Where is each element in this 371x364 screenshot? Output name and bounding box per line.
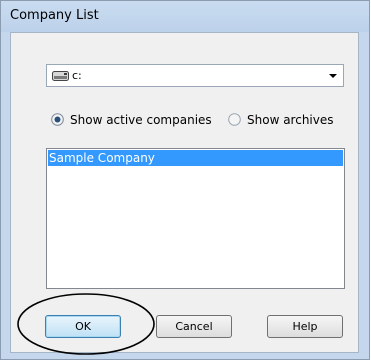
company-list-dialog: Company List c: Show active companies Sh… (0, 0, 370, 360)
radio-show-archives[interactable]: Show archives (228, 113, 353, 129)
radio-show-active-label: Show active companies (70, 113, 212, 127)
cancel-button[interactable]: Cancel (156, 315, 232, 338)
help-button[interactable]: Help (267, 315, 343, 338)
drive-select[interactable]: c: (46, 64, 344, 87)
dialog-body: c: Show active companies Show archives S… (10, 32, 359, 353)
radio-selected-icon[interactable] (51, 113, 64, 126)
drive-select-value: c: (72, 69, 82, 82)
ok-button[interactable]: OK (45, 315, 121, 338)
company-listbox[interactable]: Sample Company (46, 148, 345, 289)
list-item[interactable]: Sample Company (48, 150, 343, 166)
chevron-down-icon[interactable] (323, 65, 343, 86)
radio-unselected-icon[interactable] (228, 113, 241, 126)
drive-icon (52, 71, 69, 81)
dialog-title: Company List (10, 8, 99, 23)
radio-show-active[interactable]: Show active companies (51, 113, 221, 129)
title-bar[interactable]: Company List (1, 1, 369, 32)
radio-show-archives-label: Show archives (247, 113, 334, 127)
